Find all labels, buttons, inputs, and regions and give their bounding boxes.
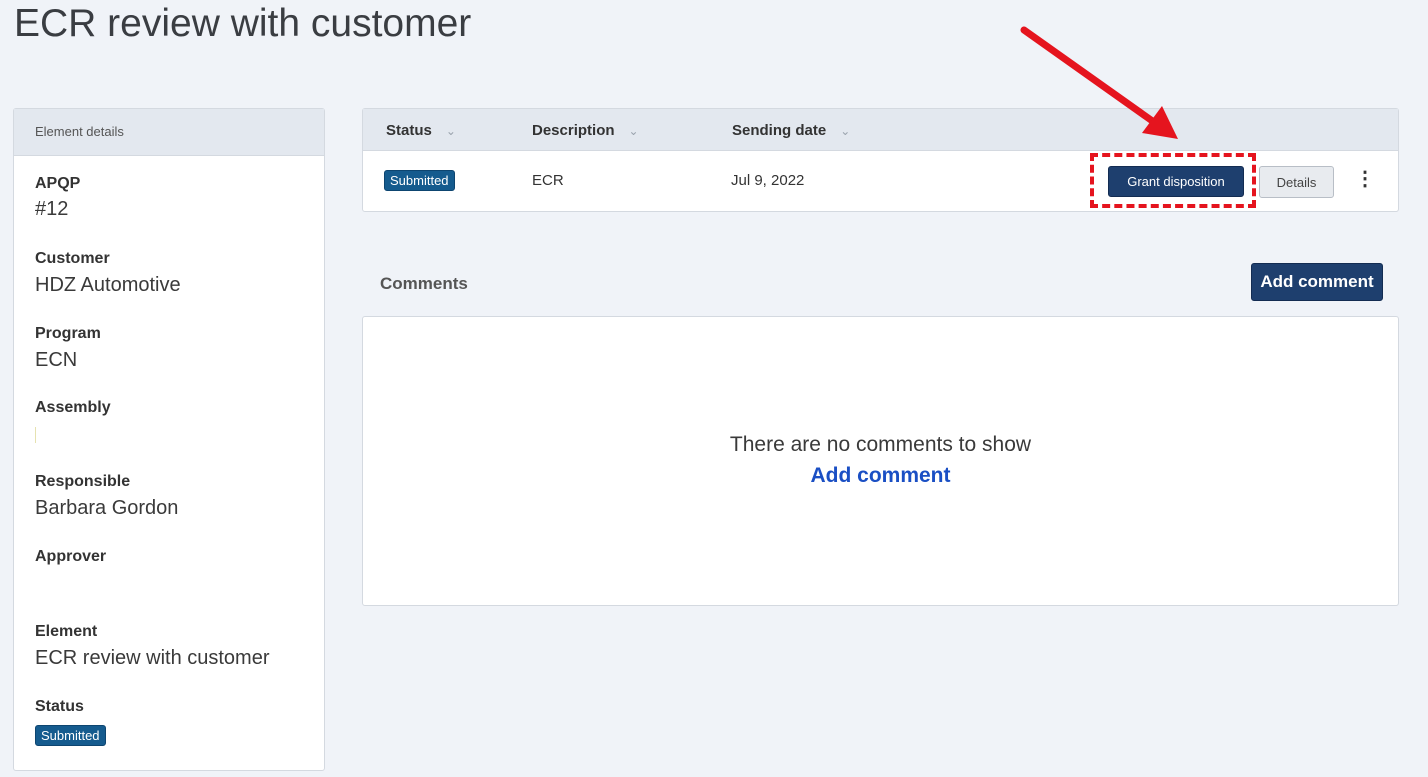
customer-label: Customer — [35, 250, 110, 267]
customer-value: HDZ Automotive — [35, 274, 181, 296]
page-title: ECR review with customer — [14, 2, 472, 45]
element-label: Element — [35, 623, 98, 640]
assembly-label: Assembly — [35, 399, 111, 416]
column-header-description[interactable]: Description ⌄ — [532, 122, 639, 139]
details-button[interactable]: Details — [1259, 166, 1334, 198]
status-badge: Submitted — [35, 725, 106, 746]
responsible-label: Responsible — [35, 473, 131, 490]
more-options-icon[interactable]: ⋮ — [1355, 169, 1375, 189]
program-value: ECN — [35, 349, 78, 371]
add-comment-button[interactable]: Add comment — [1251, 263, 1383, 301]
status-label: Status — [35, 698, 84, 715]
apqp-field: APQP #12 — [35, 175, 80, 221]
program-label: Program — [35, 325, 101, 342]
column-header-label: Status — [386, 122, 432, 139]
annotation-highlight-box — [1090, 153, 1256, 208]
table-header-row: Status ⌄ Description ⌄ Sending date ⌄ — [363, 109, 1398, 151]
assembly-field: Assembly — [35, 399, 111, 443]
element-details-panel: Element details APQP #12 Customer HDZ Au… — [13, 108, 325, 771]
annotation-arrow-icon — [1020, 26, 1178, 139]
chevron-down-icon: ⌄ — [628, 124, 639, 138]
empty-comments-message: There are no comments to show — [729, 433, 1032, 456]
customer-field: Customer HDZ Automotive — [35, 250, 181, 297]
program-field: Program ECN — [35, 325, 101, 372]
column-header-sending-date[interactable]: Sending date ⌄ — [732, 122, 850, 139]
element-field: Element ECR review with customer — [35, 623, 270, 670]
responsible-value: Barbara Gordon — [35, 497, 179, 519]
element-details-header: Element details — [14, 109, 324, 156]
comments-panel: There are no comments to show Add commen… — [362, 316, 1399, 606]
chevron-down-icon: ⌄ — [840, 124, 851, 138]
add-comment-link[interactable]: Add comment — [363, 464, 1398, 488]
chevron-down-icon: ⌄ — [445, 124, 456, 138]
column-header-label: Description — [532, 122, 615, 139]
comments-heading: Comments — [380, 274, 468, 293]
column-header-label: Sending date — [732, 122, 827, 139]
column-header-status[interactable]: Status ⌄ — [386, 122, 456, 139]
apqp-label: APQP — [35, 175, 81, 192]
status-field: Status Submitted — [35, 698, 106, 746]
approver-label: Approver — [35, 548, 107, 565]
row-description: ECR — [532, 172, 564, 189]
apqp-value: #12 — [35, 198, 69, 220]
responsible-field: Responsible Barbara Gordon — [35, 473, 178, 520]
assembly-empty-value — [35, 427, 36, 443]
row-status-badge: Submitted — [384, 170, 455, 191]
element-value: ECR review with customer — [35, 647, 270, 669]
row-sending-date: Jul 9, 2022 — [731, 172, 805, 189]
approver-field: Approver — [35, 548, 106, 566]
